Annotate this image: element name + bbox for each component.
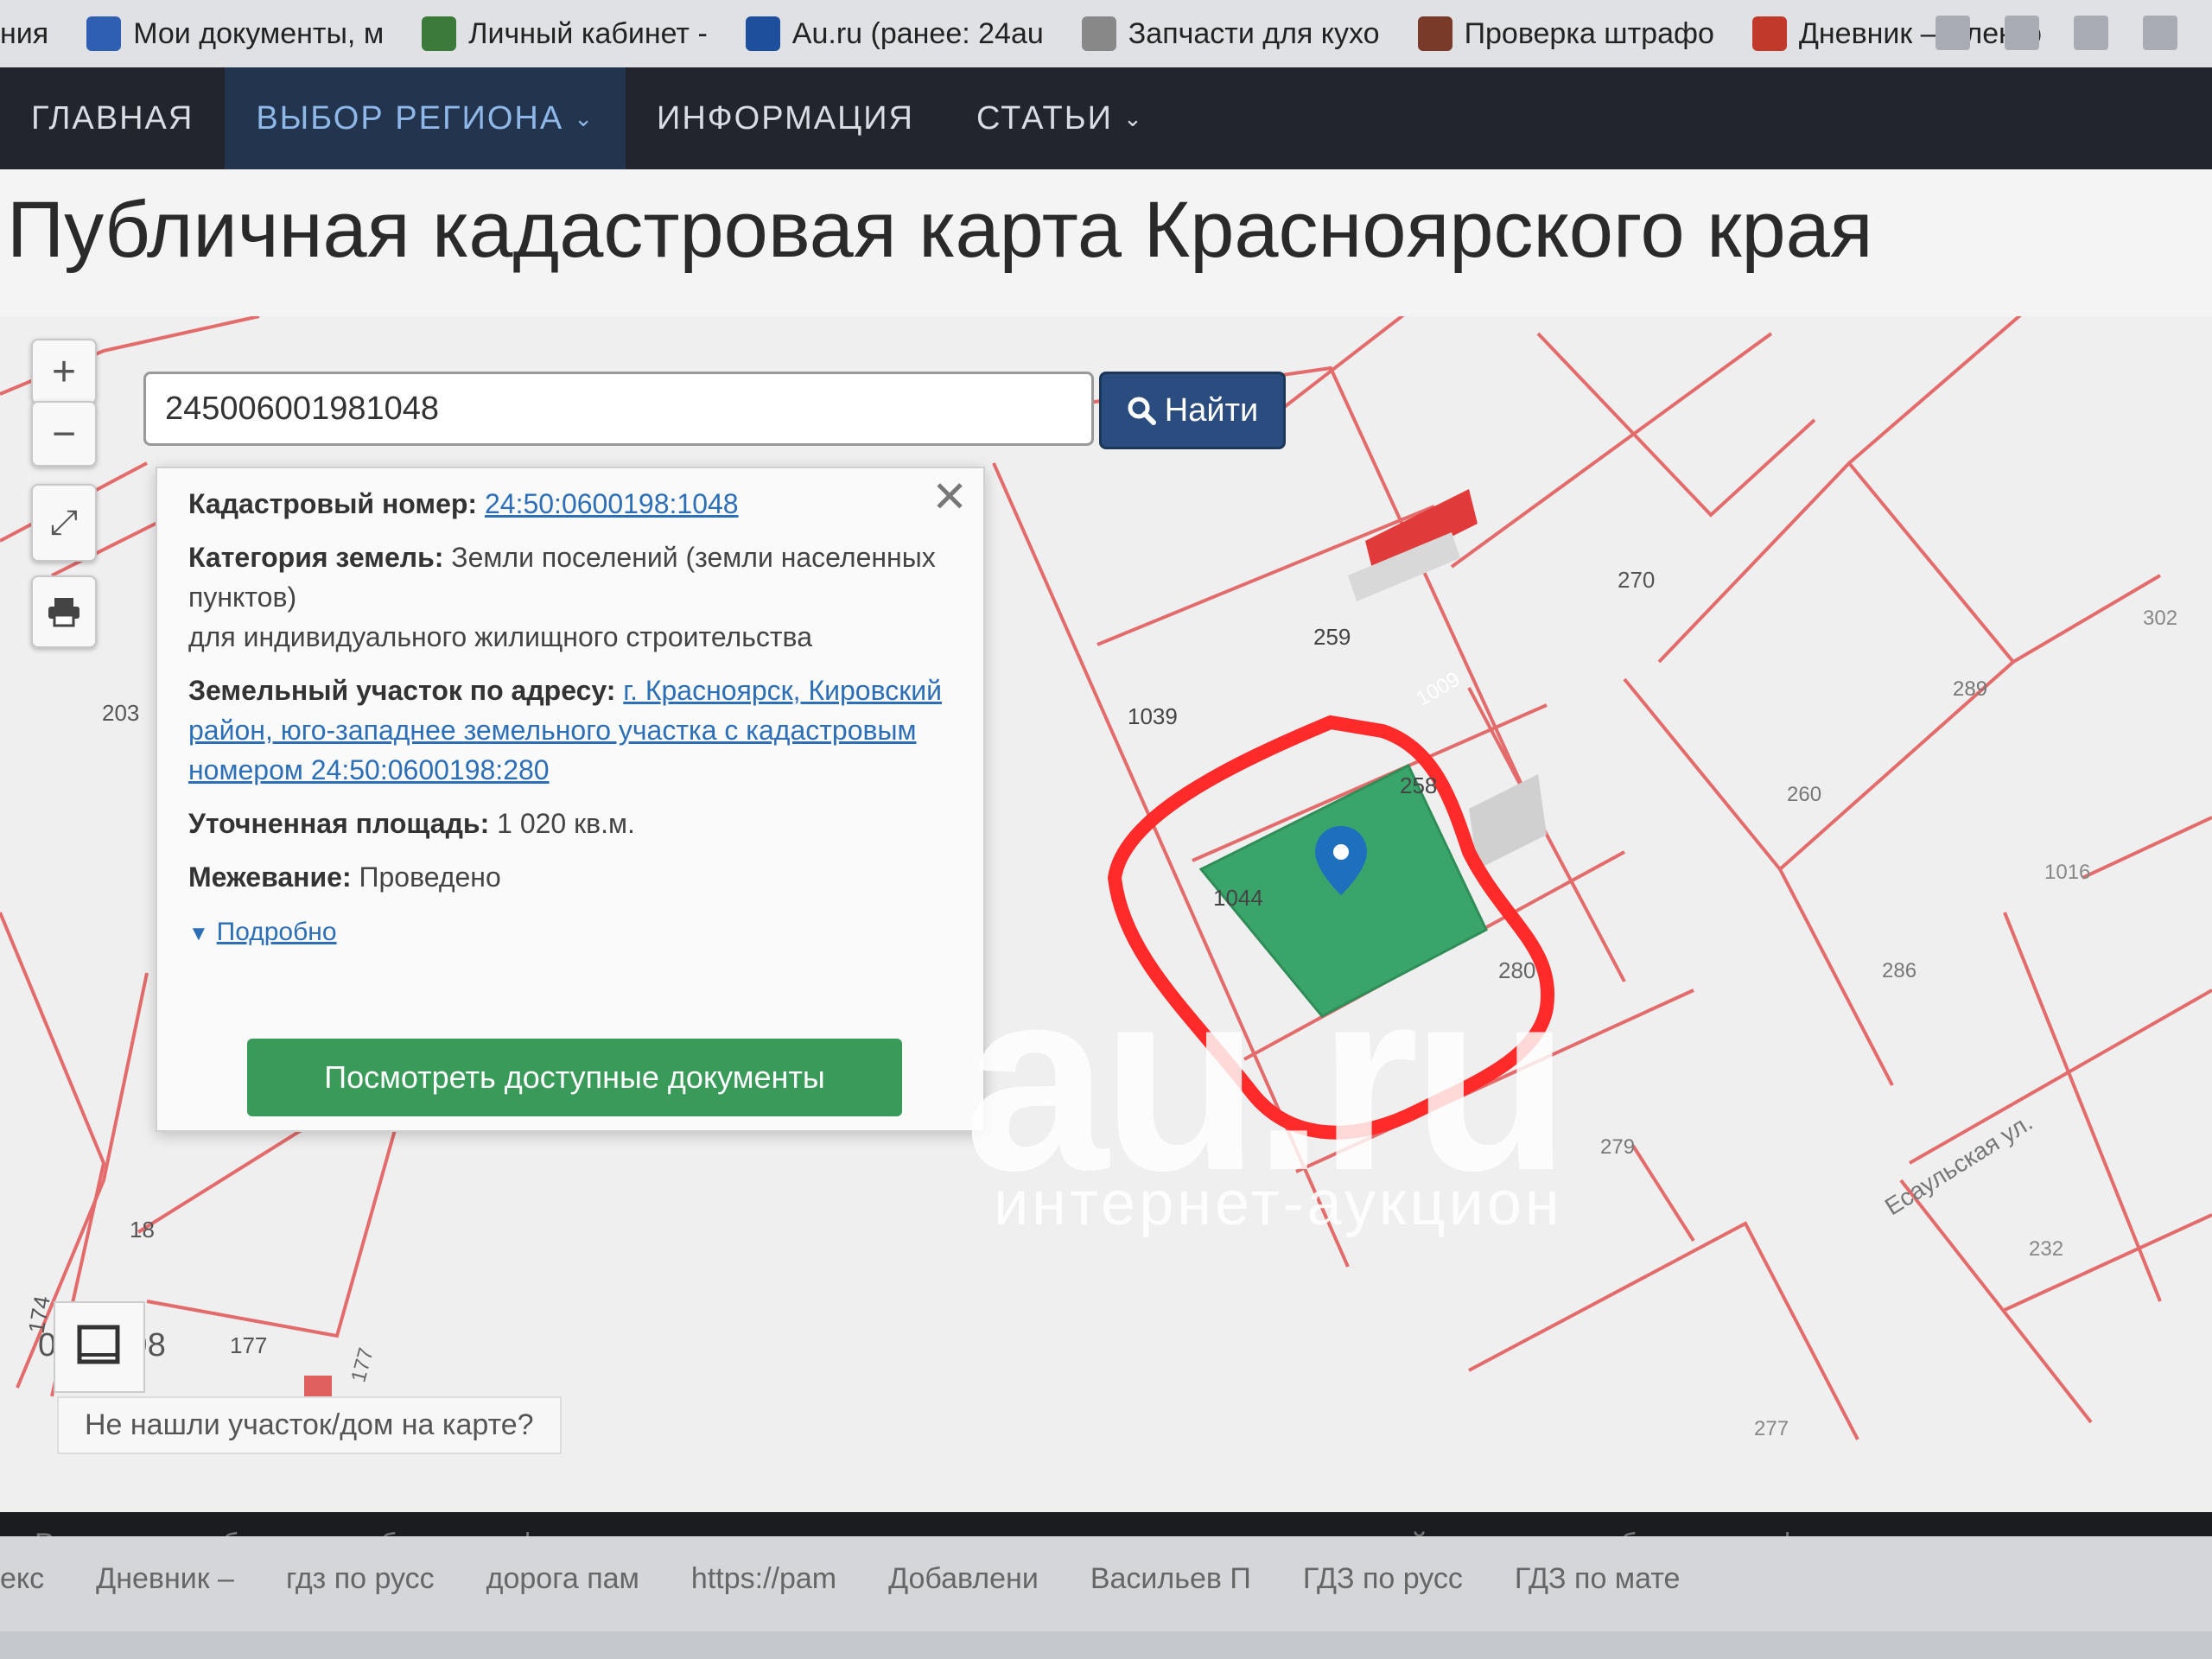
- map-label: 286: [1882, 959, 1917, 982]
- page-content: Публичная кадастровая карта Красноярског…: [0, 169, 2212, 1512]
- area-value: 1 020 кв.м.: [497, 808, 635, 839]
- map-label: 302: [2143, 607, 2178, 630]
- nav-item[interactable]: СТАТЬИ ⌄: [945, 67, 1175, 169]
- bookmark-item[interactable]: Васильев П: [1090, 1562, 1251, 1596]
- taskbar-strip: [0, 1631, 2212, 1659]
- chevron-down-icon: ⌄: [1122, 105, 1144, 131]
- shield-icon: [1417, 16, 1452, 51]
- land-use-value: для индивидуального жилищного строительс…: [188, 621, 812, 652]
- map-label: 1016: [2044, 861, 2091, 884]
- map-label: 232: [2029, 1237, 2064, 1261]
- parcel-info-popup: ✕ Кадастровый номер: 24:50:0600198:1048 …: [156, 467, 985, 1132]
- map-label: 289: [1953, 677, 1988, 701]
- survey-value: Проведено: [359, 861, 501, 893]
- print-button[interactable]: [31, 575, 97, 648]
- bookmark-item[interactable]: https://pam: [691, 1562, 836, 1596]
- nav-item[interactable]: ГЛАВНАЯ: [0, 67, 225, 169]
- site-navigation: ГЛАВНАЯ ВЫБОР РЕГИОНА ⌄ ИНФОРМАЦИЯ СТАТЬИ ⌄: [0, 67, 2212, 169]
- building-marker: [304, 1376, 332, 1398]
- nav-item[interactable]: ИНФОРМАЦИЯ: [626, 67, 945, 169]
- map-label: 279: [1600, 1135, 1636, 1159]
- map-label: 270: [1618, 567, 1656, 593]
- map-label: 203: [102, 700, 140, 726]
- bookmark-item[interactable]: екс: [0, 1562, 44, 1596]
- bookmark-item[interactable]: дорога пам: [486, 1562, 639, 1596]
- extension-icon[interactable]: [1936, 16, 1970, 50]
- expand-icon: ⤢: [50, 503, 78, 542]
- nav-item-label: СТАТЬИ: [976, 99, 1113, 137]
- dots-icon: [422, 16, 457, 51]
- map-label: 260: [1787, 783, 1822, 806]
- cadastral-search-input[interactable]: 245006001981048: [143, 372, 1094, 446]
- not-found-prompt[interactable]: Не нашли участок/дом на карте?: [57, 1396, 562, 1454]
- map-label: 258: [1400, 772, 1438, 798]
- bookmark-item[interactable]: Мои документы, м: [86, 16, 384, 51]
- bookmark-item[interactable]: ГДЗ по русс: [1303, 1562, 1463, 1596]
- page-icon: [1081, 16, 1116, 51]
- map-label: 1039: [1128, 703, 1178, 729]
- bookmark-item[interactable]: ГДЗ по мате: [1515, 1562, 1681, 1596]
- bookmark-star-icon[interactable]: [2074, 16, 2108, 50]
- bookmark-item[interactable]: Дневник –: [96, 1562, 234, 1596]
- bookmarks-bar: ния Мои документы, м Личный кабинет - Au.ru…: [0, 0, 2212, 67]
- bookmark-label: Запчасти для кухо: [1128, 16, 1380, 50]
- nav-item-label: ВЫБОР РЕГИОНА: [256, 99, 564, 137]
- bookmark-item[interactable]: Личный кабинет -: [422, 16, 708, 51]
- printer-icon: [48, 598, 79, 627]
- cadastral-number-label: Кадастровый номер:: [188, 488, 478, 519]
- zoom-in-button[interactable]: +: [31, 339, 97, 404]
- address-label: Земельный участок по адресу:: [188, 675, 616, 706]
- chevron-down-icon: ⌄: [574, 105, 594, 131]
- bookmark-item[interactable]: Проверка штрафо: [1417, 16, 1714, 51]
- map-label: 177: [230, 1332, 268, 1358]
- fullscreen-button[interactable]: ⤢: [31, 484, 97, 562]
- nav-item-label: ИНФОРМАЦИЯ: [657, 99, 914, 137]
- ruler-icon: [77, 1325, 120, 1364]
- browser-actions: [1936, 16, 2177, 50]
- bookmark-label: Проверка штрафо: [1464, 16, 1714, 50]
- measure-button[interactable]: [54, 1301, 145, 1393]
- bookmark-item[interactable]: гдз по русс: [286, 1562, 435, 1596]
- diary-icon: [1751, 16, 1787, 51]
- survey-label: Межевание:: [188, 861, 352, 893]
- bookmark-item[interactable]: ния: [0, 17, 48, 51]
- map-label: 18: [130, 1217, 155, 1243]
- profile-icon[interactable]: [2143, 16, 2177, 50]
- docs-icon: [86, 16, 122, 51]
- map-label: 277: [1754, 1417, 1789, 1440]
- nav-item[interactable]: ВЫБОР РЕГИОНА ⌄: [225, 67, 626, 169]
- watermark-subtitle: интернет-аукцион: [994, 1169, 1563, 1238]
- bookmark-label: Личный кабинет -: [468, 16, 708, 50]
- close-icon[interactable]: ✕: [931, 475, 968, 518]
- page-title: Публичная кадастровая карта Красноярског…: [7, 186, 1873, 274]
- triangle-down-icon: ▼: [188, 922, 209, 945]
- bookmark-item[interactable]: Au.ru (ранее: 24au: [745, 16, 1044, 51]
- bottom-bookmarks-bar: екс Дневник – гдз по русс дорога пам https:/…: [0, 1536, 2212, 1659]
- bookmark-label: Мои документы, м: [133, 16, 385, 50]
- land-category-label: Категория земель:: [188, 542, 444, 573]
- cadastral-number-link[interactable]: 24:50:0600198:1048: [485, 488, 739, 519]
- au-icon: [745, 16, 780, 51]
- view-documents-button[interactable]: Посмотреть доступные документы: [247, 1039, 902, 1116]
- map-label: 1044: [1213, 885, 1263, 911]
- area-label: Уточненная площадь:: [188, 808, 490, 839]
- more-details-link[interactable]: Подробно: [217, 918, 337, 946]
- map-label: 259: [1313, 624, 1351, 650]
- translate-icon[interactable]: [2005, 16, 2039, 50]
- bookmark-label: Au.ru (ранее: 24au: [791, 16, 1044, 50]
- bookmark-item[interactable]: Запчасти для кухо: [1081, 16, 1380, 51]
- nav-item-label: ГЛАВНАЯ: [31, 99, 194, 137]
- find-button-label: Найти: [1164, 391, 1259, 429]
- bookmark-item[interactable]: Добавлени: [888, 1562, 1039, 1596]
- zoom-out-button[interactable]: −: [31, 401, 97, 467]
- find-button[interactable]: Найти: [1099, 372, 1286, 449]
- search-icon: [1128, 397, 1156, 425]
- bookmark-label: ния: [0, 16, 49, 50]
